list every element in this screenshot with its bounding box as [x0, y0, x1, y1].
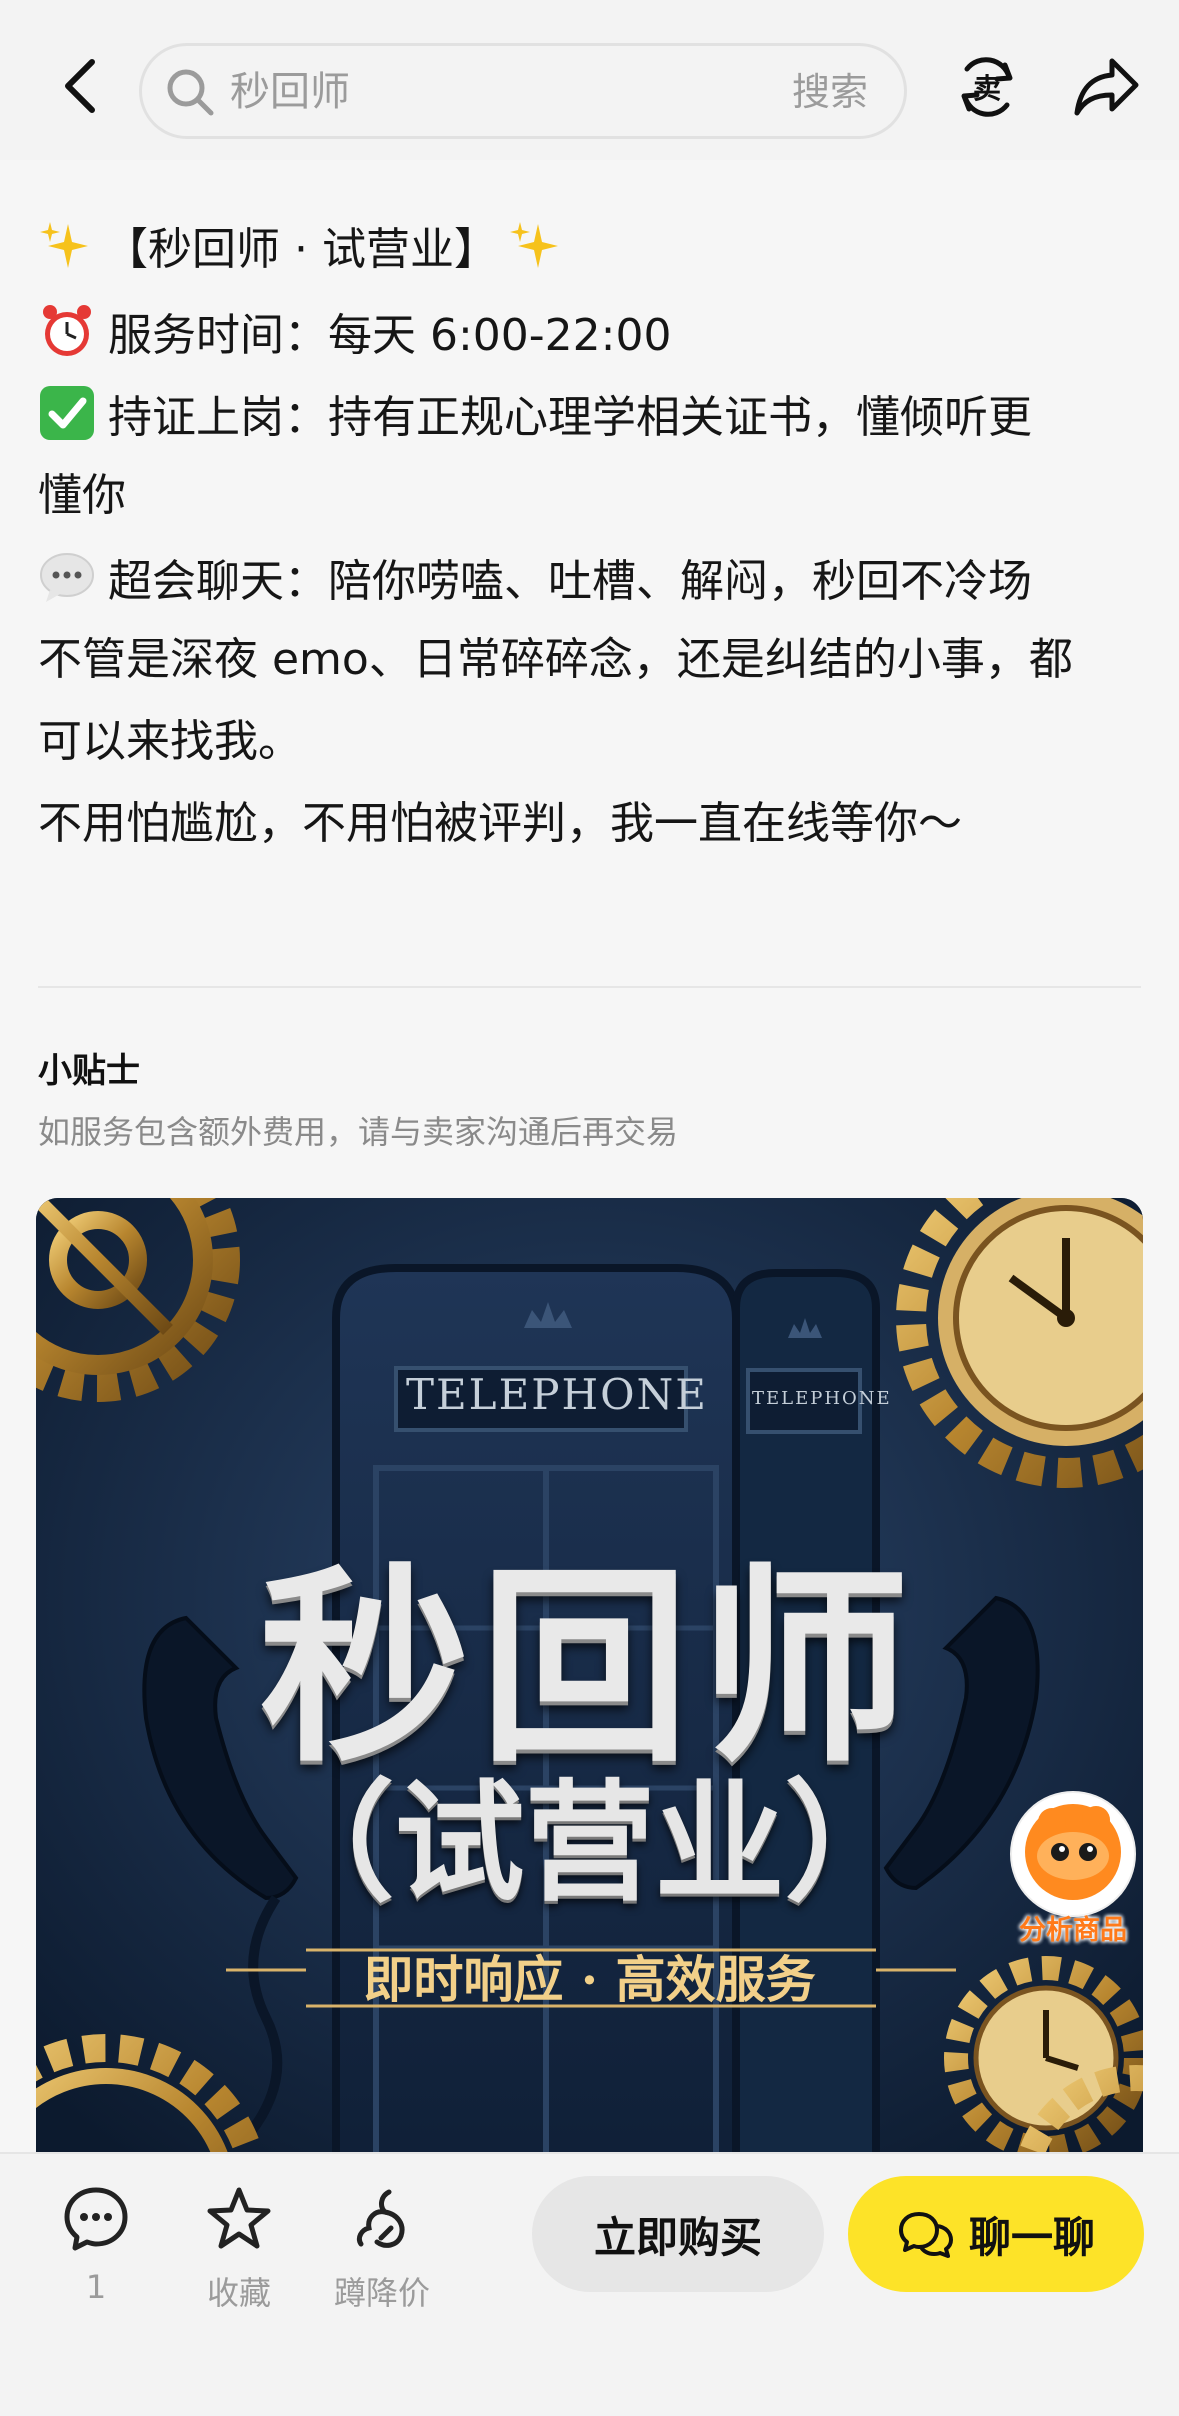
poster-subtitle: （试营业）	[264, 1766, 915, 1919]
search-input[interactable]: 秒回师 搜索	[139, 43, 907, 139]
tips-title: 小贴士	[38, 1051, 140, 1091]
divider	[38, 986, 1141, 988]
analyze-product-label: 分析商品	[1019, 1915, 1127, 1946]
share-icon[interactable]	[1072, 55, 1142, 119]
search-value: 秒回师	[230, 69, 350, 115]
product-poster-image[interactable]: TELEPHONE TELEPHONE 秒回师 （试营业） 即时响应 · 高效服…	[36, 1198, 1143, 2198]
buy-now-button[interactable]: 立即购买	[532, 2176, 824, 2292]
bottom-action-bar: 1 收藏 蹲降价 立即购买 聊一聊	[0, 2152, 1179, 2416]
price-drop-button[interactable]: 蹲降价	[322, 2184, 442, 2314]
chat-icon	[898, 2212, 953, 2258]
comment-button[interactable]: 1	[36, 2184, 156, 2306]
booth-label-front: TELEPHONE	[406, 1370, 708, 1419]
sparkles-icon	[40, 222, 88, 268]
check-mark-icon	[40, 386, 94, 440]
sell-icon[interactable]: 卖	[955, 55, 1019, 119]
price-drop-icon	[356, 2189, 405, 2248]
svg-text:卖: 卖	[973, 72, 1001, 105]
desc-line-certified: 持证上岗：持有正规心理学相关证书，懂倾听更	[38, 384, 1032, 448]
sparkles-icon	[509, 222, 558, 268]
mascot-icon	[1010, 1791, 1136, 1917]
favorite-label: 收藏	[206, 2274, 271, 2312]
comment-count: 1	[85, 2268, 107, 2306]
desc-title-line: 【秒回师 · 试营业】	[38, 220, 574, 280]
search-button[interactable]: 搜索	[792, 66, 868, 118]
desc-line-5: 可以来找我。	[38, 716, 302, 767]
desc-line-6: 不用怕尴尬，不用怕被评判，我一直在线等你～	[38, 798, 962, 849]
favorite-button[interactable]: 收藏	[179, 2184, 299, 2314]
poster-slogan: 即时响应 · 高效服务	[363, 1950, 816, 2009]
alarm-clock-icon	[43, 305, 91, 356]
chat-label: 聊一聊	[968, 2212, 1095, 2262]
top-bar: 秒回师 搜索 卖	[0, 0, 1179, 160]
desc-line-4: 不管是深夜 emo、日常碎碎念，还是纠结的小事，都	[38, 634, 1073, 685]
tips-text: 如服务包含额外费用，请与卖家沟通后再交易	[38, 1113, 679, 1151]
chat-button[interactable]: 聊一聊	[848, 2176, 1144, 2292]
comment-icon	[64, 2187, 128, 2251]
desc-line-chat: 超会聊天：陪你唠嗑、吐槽、解闷，秒回不冷场	[38, 548, 1032, 612]
search-icon	[167, 69, 214, 116]
booth-label-side: TELEPHONE	[752, 1388, 892, 1409]
desc-line-hours: 服务时间：每天 6:00-22:00	[38, 302, 671, 366]
analyze-product-button[interactable]: 分析商品	[1000, 1790, 1146, 1950]
desc-title: 【秒回师 · 试营业】	[104, 224, 498, 275]
speech-bubble-icon	[40, 553, 94, 602]
price-drop-label: 蹲降价	[333, 2274, 430, 2312]
star-icon	[207, 2187, 271, 2249]
desc-line-certified-cont: 懂你	[38, 470, 126, 521]
back-icon[interactable]	[50, 56, 110, 116]
